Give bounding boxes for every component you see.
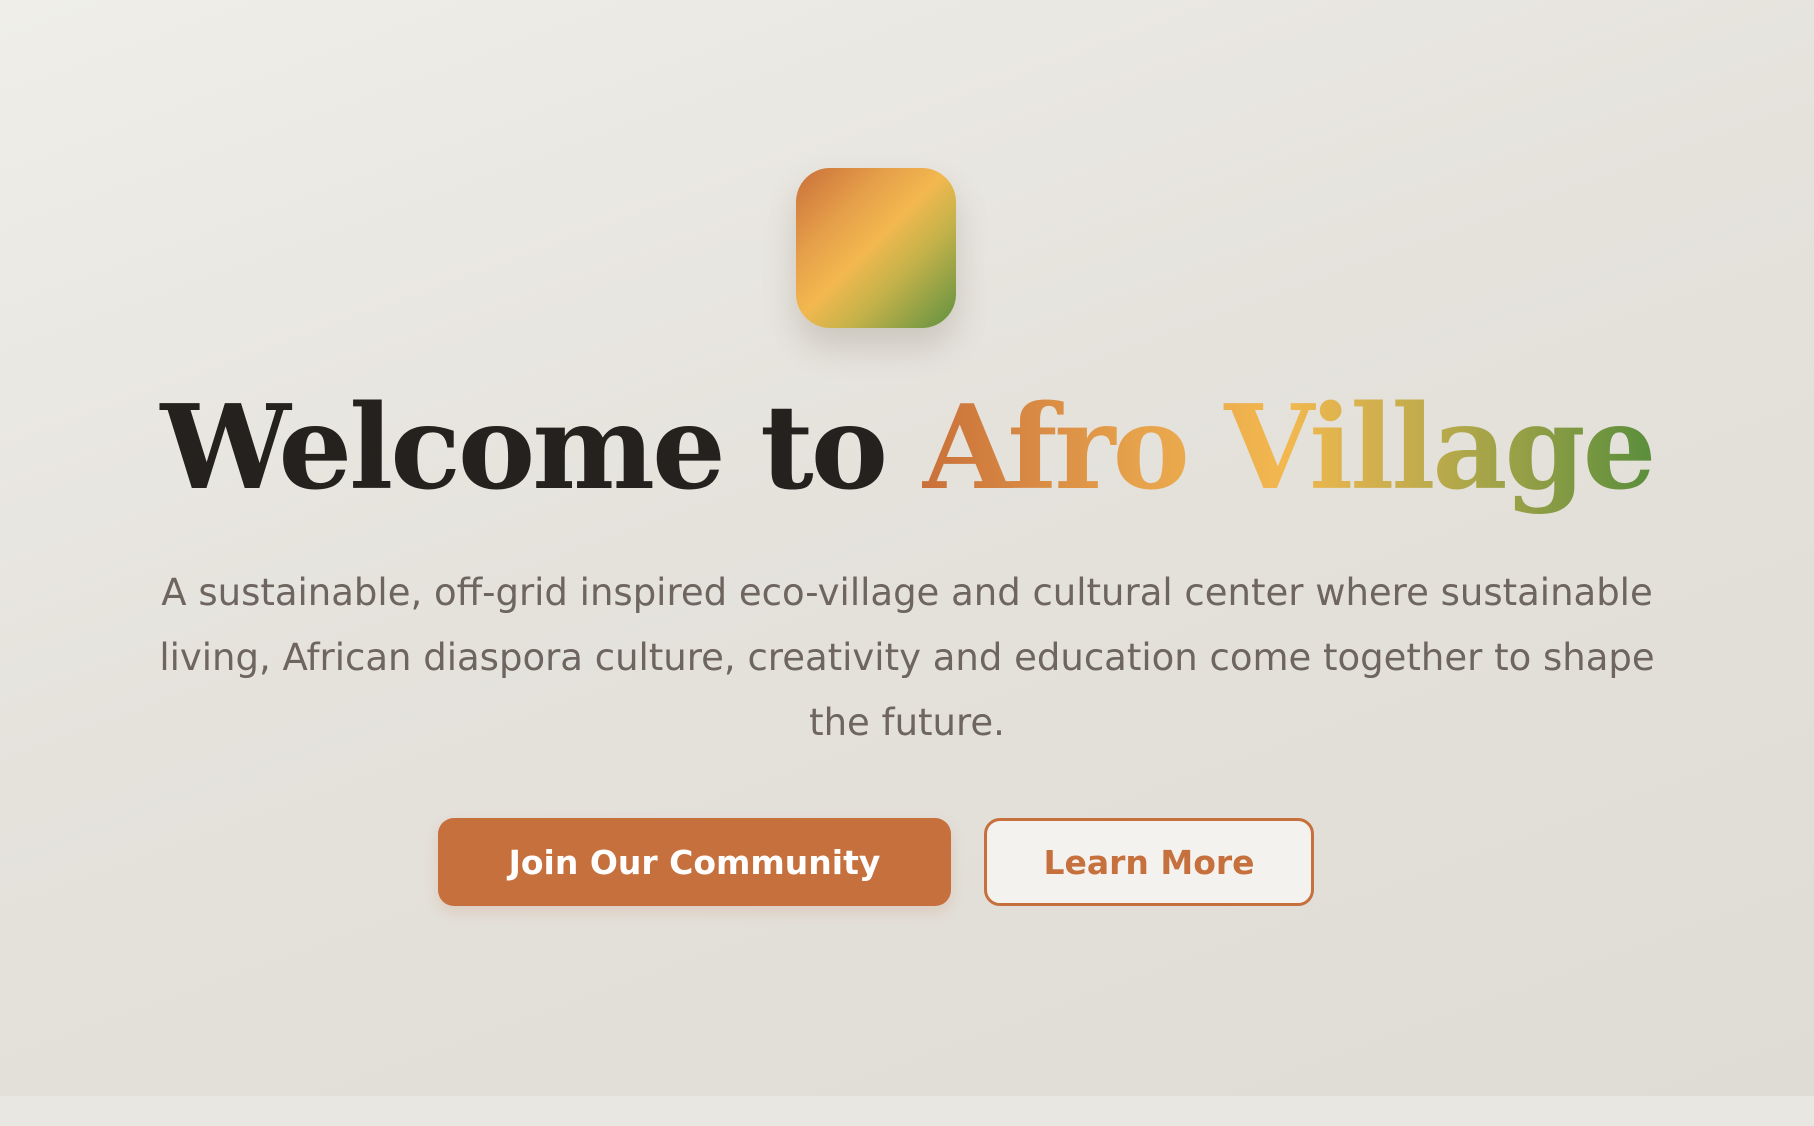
page-title: Welcome to Afro Village xyxy=(0,378,1814,518)
title-main: Welcome to xyxy=(160,380,923,516)
join-community-button[interactable]: Join Our Community xyxy=(438,818,951,906)
learn-more-button[interactable]: Learn More xyxy=(984,818,1314,906)
title-accent: Afro Village xyxy=(922,380,1656,516)
hero-section: Welcome to Afro Village A sustainable, o… xyxy=(0,0,1814,1096)
join-community-label: Join Our Community xyxy=(508,842,881,882)
logo-icon xyxy=(796,168,956,328)
hero-subtitle: A sustainable, off-grid inspired eco-vil… xyxy=(159,571,1655,744)
next-section-edge xyxy=(0,1096,1814,1126)
learn-more-label: Learn More xyxy=(1043,842,1255,882)
